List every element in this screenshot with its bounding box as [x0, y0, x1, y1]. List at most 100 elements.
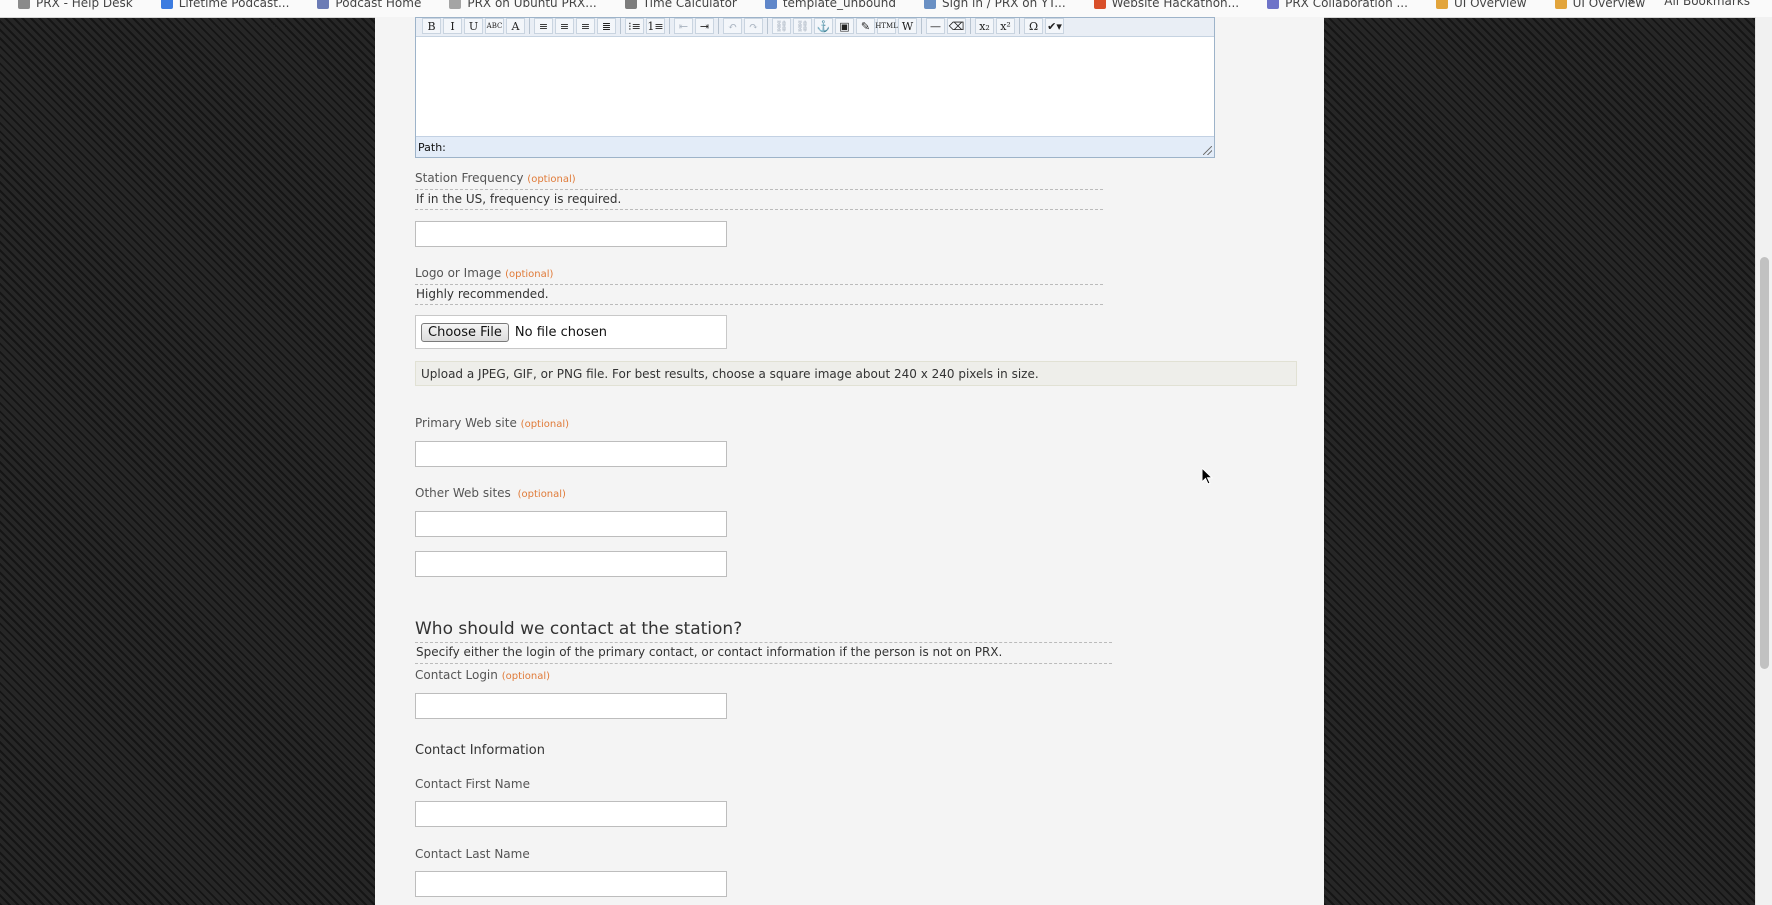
bookmark-favicon-icon	[1554, 0, 1567, 9]
choose-file-button[interactable]: Choose File	[421, 322, 509, 342]
image-icon[interactable]: ▣	[835, 18, 854, 34]
underline-icon[interactable]: U	[464, 18, 483, 34]
bookmarks-bar: PRX - Help Desk Lifetime Podcast... Podcas…	[0, 0, 1772, 18]
toolbar-separator	[921, 18, 922, 34]
link-icon[interactable]: ⛓	[772, 18, 791, 34]
bookmark-favicon-icon	[1435, 0, 1448, 9]
italic-icon[interactable]: I	[443, 18, 462, 34]
logo-label-row: Logo or Image (optional)	[415, 266, 553, 280]
numbered-list-icon[interactable]: 1≡	[646, 18, 665, 34]
indent-icon[interactable]: ⇥	[695, 18, 714, 34]
cleanup-icon[interactable]: ✎	[856, 18, 875, 34]
remove-format-icon[interactable]: ⌫	[947, 18, 966, 34]
editor-text-area[interactable]	[416, 37, 1214, 138]
resize-handle-icon[interactable]	[1203, 146, 1212, 155]
bookmark-label: PRX - Help Desk	[36, 0, 133, 10]
bookmark-item[interactable]: Time Calculator	[624, 0, 737, 10]
contact-last-name-label: Contact Last Name	[415, 847, 530, 861]
editor-path-bar: Path:	[416, 136, 1214, 157]
logo-file-input[interactable]: Choose File No file chosen	[415, 315, 727, 349]
bullet-list-icon[interactable]: ⁝≡	[625, 18, 644, 34]
primary-web-site-input[interactable]	[415, 441, 727, 467]
strikethrough-icon[interactable]: ABC	[485, 18, 504, 34]
optional-tag: (optional)	[527, 174, 576, 185]
mouse-cursor-icon	[1202, 468, 1214, 485]
undo-icon[interactable]: ↶	[723, 18, 742, 34]
bookmark-item[interactable]: Podcast Home	[317, 0, 421, 10]
toolbar-separator	[669, 18, 670, 34]
toolbar-separator	[529, 18, 530, 34]
page-scrollbar[interactable]	[1755, 17, 1772, 905]
main-content-panel: B I U ABC A ≡ ≡ ≡ ≣ ⁝≡ 1≡ ⇤ ⇥ ↶ ↷ ⛓ ⛓ ⚓ ▣ ✎ HTML W — ⌫ x₂ x² Ω ✔▾ P…	[375, 17, 1324, 905]
contact-login-label-row: Contact Login (optional)	[415, 668, 550, 682]
bookmark-item[interactable]: PRX on Ubuntu PRX...	[449, 0, 597, 10]
all-bookmarks-button[interactable]: All Bookmarks	[1664, 0, 1750, 8]
bookmark-item[interactable]: Website Hackathon...	[1093, 0, 1240, 10]
bookmark-label: Time Calculator	[642, 0, 737, 10]
contact-last-name-input[interactable]	[415, 871, 727, 897]
bookmark-label: Lifetime Podcast...	[178, 0, 290, 10]
outdent-icon[interactable]: ⇤	[674, 18, 693, 34]
primary-web-site-label: Primary Web site	[415, 416, 517, 430]
align-left-icon[interactable]: ≡	[534, 18, 553, 34]
toolbar-separator	[767, 18, 768, 34]
text-color-icon[interactable]: A	[506, 18, 525, 34]
optional-tag: (optional)	[517, 489, 566, 500]
other-web-site-input-1[interactable]	[415, 511, 727, 537]
spellcheck-icon[interactable]: ✔▾	[1045, 18, 1064, 34]
file-status-text: No file chosen	[514, 324, 607, 340]
contact-section-heading: Who should we contact at the station?	[415, 619, 743, 639]
special-char-icon[interactable]: Ω	[1024, 18, 1043, 34]
other-web-sites-label-row: Other Web sites (optional)	[415, 486, 566, 500]
contact-section-help: Specify either the login of the primary …	[415, 642, 1112, 664]
logo-help: Highly recommended.	[415, 284, 1103, 305]
contact-login-input[interactable]	[415, 693, 727, 719]
bookmark-favicon-icon	[449, 0, 462, 9]
align-right-icon[interactable]: ≡	[576, 18, 595, 34]
toolbar-separator	[970, 18, 971, 34]
station-frequency-label: Station Frequency	[415, 171, 524, 185]
contact-first-name-input[interactable]	[415, 801, 727, 827]
station-frequency-input[interactable]	[415, 221, 727, 247]
bookmarks-right-controls: » All Bookmarks	[1627, 0, 1750, 8]
toolbar-separator	[620, 18, 621, 34]
bookmark-favicon-icon	[18, 0, 30, 9]
editor-toolbar: B I U ABC A ≡ ≡ ≡ ≣ ⁝≡ 1≡ ⇤ ⇥ ↶ ↷ ⛓ ⛓ ⚓ ▣ ✎ HTML W — ⌫ x₂ x² Ω ✔▾	[416, 18, 1214, 37]
unlink-icon[interactable]: ⛓	[793, 18, 812, 34]
align-center-icon[interactable]: ≡	[555, 18, 574, 34]
bookmark-label: PRX on Ubuntu PRX...	[467, 0, 597, 10]
paste-word-icon[interactable]: W	[898, 18, 917, 34]
bookmark-item[interactable]: UI Overview	[1435, 0, 1527, 10]
contact-login-label: Contact Login	[415, 668, 498, 682]
bookmark-item[interactable]: PRX - Help Desk	[18, 0, 133, 10]
bookmark-item[interactable]: Lifetime Podcast...	[160, 0, 290, 10]
toolbar-separator	[718, 18, 719, 34]
other-web-site-input-2[interactable]	[415, 551, 727, 577]
bookmark-item[interactable]: Sign in / PRX on YT...	[924, 0, 1066, 10]
bookmark-item[interactable]: template_unbound	[764, 0, 897, 10]
bookmark-label: UI Overview	[1453, 0, 1527, 10]
align-justify-icon[interactable]: ≣	[597, 18, 616, 34]
contact-first-name-label: Contact First Name	[415, 777, 530, 791]
bookmark-label: Website Hackathon...	[1111, 0, 1240, 10]
bookmark-label: PRX Collaboration ...	[1285, 0, 1408, 10]
horizontal-rule-icon[interactable]: —	[926, 18, 945, 34]
bookmark-favicon-icon	[1267, 0, 1280, 9]
redo-icon[interactable]: ↷	[744, 18, 763, 34]
bookmark-label: template_unbound	[782, 0, 897, 10]
bookmarks-overflow-button[interactable]: »	[1627, 0, 1634, 8]
bookmark-item[interactable]: PRX Collaboration ...	[1267, 0, 1408, 10]
subscript-icon[interactable]: x₂	[975, 18, 994, 34]
superscript-icon[interactable]: x²	[996, 18, 1015, 34]
path-label: Path:	[418, 140, 446, 154]
contact-information-heading: Contact Information	[415, 743, 545, 758]
scrollbar-thumb[interactable]	[1760, 257, 1769, 669]
logo-label: Logo or Image	[415, 266, 502, 280]
toolbar-separator	[1019, 18, 1020, 34]
anchor-icon[interactable]: ⚓	[814, 18, 833, 34]
bold-icon[interactable]: B	[422, 18, 441, 34]
bookmark-label: Podcast Home	[335, 0, 422, 10]
optional-tag: (optional)	[505, 269, 554, 280]
bookmark-favicon-icon	[1093, 0, 1106, 9]
html-source-icon[interactable]: HTML	[875, 18, 898, 34]
